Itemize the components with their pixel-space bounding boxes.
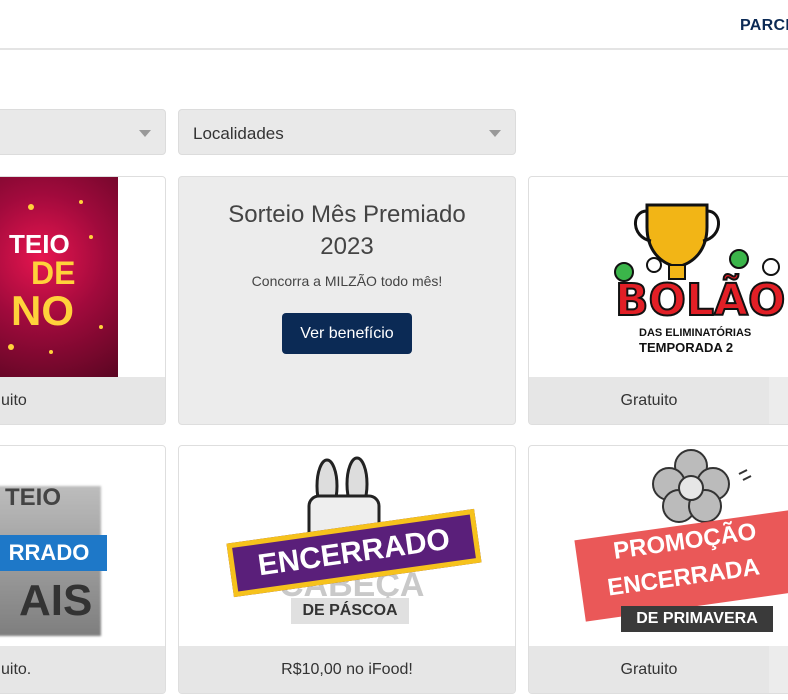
- benefit-card[interactable]: BOLÃO DAS ELIMINATÓRIAS TEMPORADA 2 Grat…: [528, 176, 788, 425]
- card-footer-label: uito: [1, 392, 27, 409]
- benefit-card[interactable]: CABEÇA ENCERRADO DE PÁSCOA R$10,00 no iF…: [178, 445, 516, 694]
- card-footer-label: uito.: [1, 661, 32, 678]
- benefit-card[interactable]: TEIO RRADO AIS uito.: [0, 445, 166, 694]
- card-footer: Gratuito: [529, 646, 769, 693]
- card-image-text: TEIO: [5, 484, 62, 511]
- card-footer: uito: [0, 377, 165, 424]
- chevron-down-icon: [489, 130, 501, 137]
- card-footer: uito.: [0, 646, 165, 693]
- card-footer: Gratuito: [529, 377, 769, 424]
- card-image: CABEÇA ENCERRADO DE PÁSCOA: [179, 446, 515, 646]
- card-image: BOLÃO DAS ELIMINATÓRIAS TEMPORADA 2: [529, 177, 788, 377]
- card-image-text: DE PÁSCOA: [291, 598, 409, 624]
- card-image: PROMOÇÃO ENCERRADA DE PRIMAVERA: [529, 446, 788, 646]
- ver-beneficio-button[interactable]: Ver benefício: [282, 313, 412, 354]
- card-footer: R$10,00 no iFood!: [179, 646, 515, 693]
- card-title: Sorteio Mês Premiado 2023: [228, 201, 466, 260]
- sorteio-banner: TEIO DE NO: [0, 177, 118, 377]
- card-image: TEIO DE NO: [0, 177, 165, 377]
- card-image-text: NO: [11, 287, 74, 334]
- encerrado-ribbon: RRADO: [0, 535, 107, 571]
- card-image-text: DE PRIMAVERA: [621, 606, 773, 632]
- localidades-select[interactable]: Localidades: [178, 109, 516, 155]
- benefit-card[interactable]: TEIO DE NO uito: [0, 176, 166, 425]
- localidades-select-value: Localidades: [193, 124, 284, 143]
- card-image-text: DAS ELIMINATÓRIAS: [637, 327, 754, 339]
- card-image-text: BOLÃO: [614, 274, 786, 327]
- card-image-text: TEMPORADA 2: [639, 340, 734, 355]
- top-navbar: PARCI: [0, 0, 788, 50]
- filter-select[interactable]: [0, 109, 166, 155]
- card-description: Concorra a MILZÃO todo mês!: [251, 273, 443, 289]
- card-image-text: AIS: [19, 576, 93, 625]
- benefit-card-text: Sorteio Mês Premiado 2023 Concorra a MIL…: [178, 176, 516, 425]
- benefit-card[interactable]: PROMOÇÃO ENCERRADA DE PRIMAVERA Gratuito: [528, 445, 788, 694]
- nav-link-parceiros[interactable]: PARCI: [740, 17, 788, 35]
- card-image: TEIO RRADO AIS: [0, 446, 165, 646]
- chevron-down-icon: [139, 130, 151, 137]
